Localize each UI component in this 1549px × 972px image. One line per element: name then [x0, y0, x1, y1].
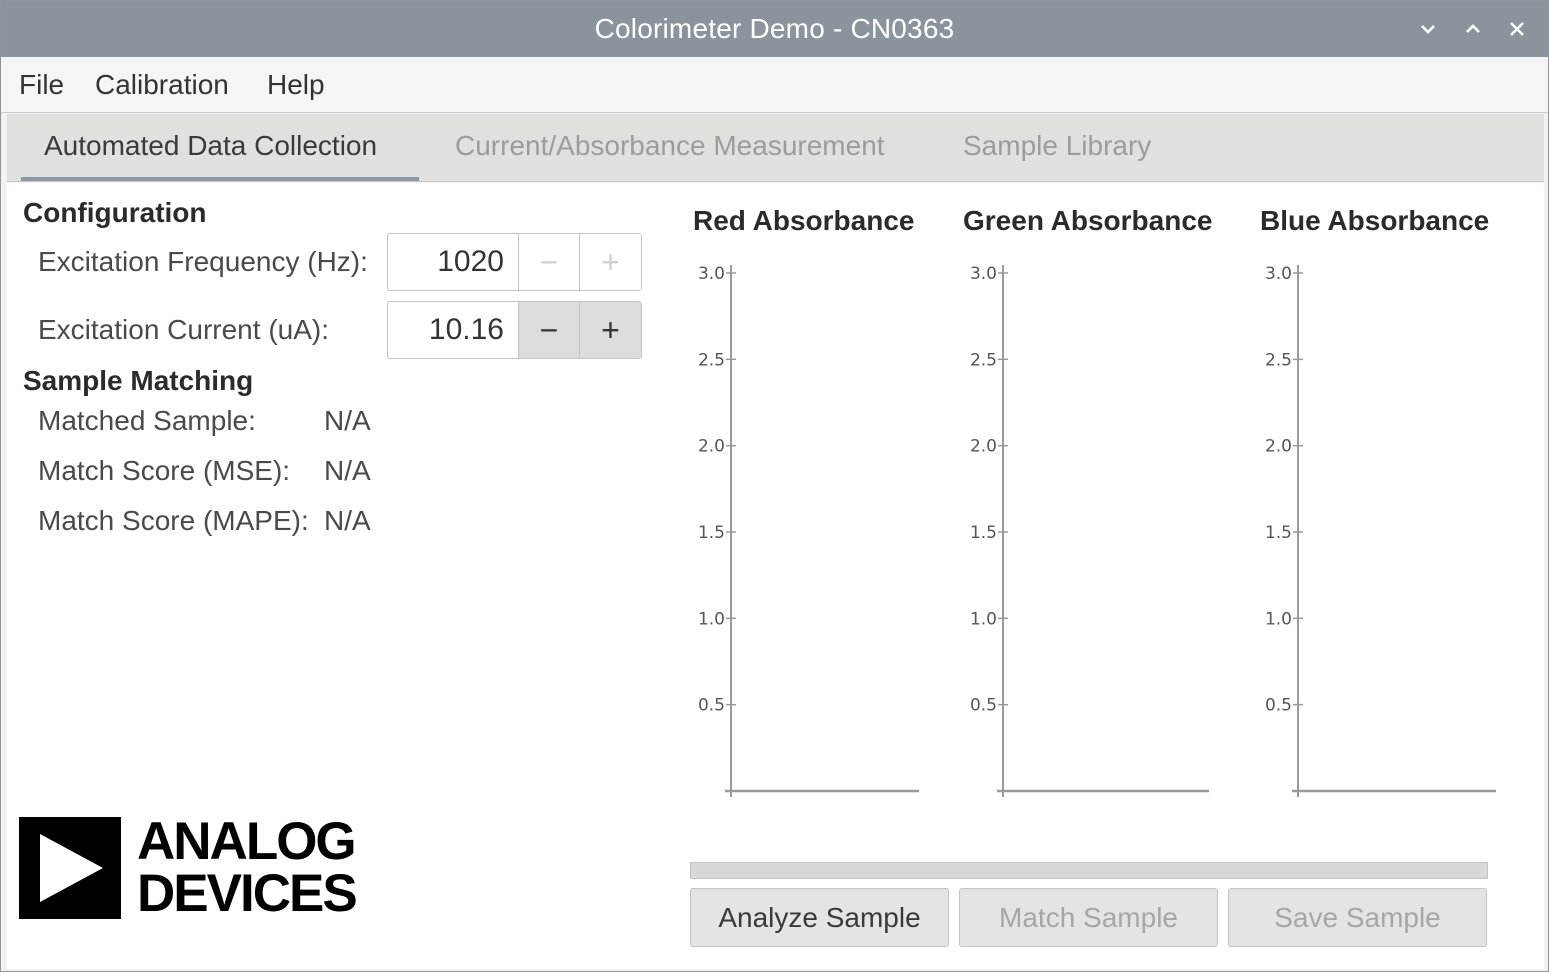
chevron-down-icon	[1421, 25, 1435, 34]
analog-devices-logo: ANALOG DEVICES	[19, 815, 389, 921]
excitation-frequency-label: Excitation Frequency (Hz):	[38, 246, 368, 277]
blue-absorbance-title: Blue Absorbance	[1260, 205, 1490, 236]
red-absorbance-title: Red Absorbance	[693, 205, 915, 236]
y-tick-label: 1.5	[698, 523, 725, 543]
frequency-increment-button[interactable]: +	[580, 234, 641, 290]
match-score-mape-value: N/A	[324, 505, 371, 536]
excitation-current-value[interactable]: 10.16	[388, 302, 519, 358]
y-tick-label: 1.0	[1265, 609, 1292, 629]
excitation-current-spinbox[interactable]: 10.16 − +	[387, 301, 642, 359]
close-icon	[1510, 22, 1524, 36]
y-tick-label: 0.5	[698, 696, 725, 716]
blue-absorbance-chart: 0.5 1.0 1.5 2.0 2.5 3.0	[1265, 264, 1496, 797]
matched-sample-label: Matched Sample:	[38, 405, 256, 436]
menu-bar: File Calibration Help	[1, 57, 1548, 113]
y-tick-label: 0.5	[1265, 696, 1292, 716]
logo-text-devices: DEVICES	[137, 864, 358, 923]
matched-sample-value: N/A	[324, 405, 371, 436]
tab-automated-data-collection[interactable]: Automated Data Collection	[44, 130, 377, 162]
y-tick-label: 3.0	[970, 264, 997, 284]
match-sample-button[interactable]: Match Sample	[959, 888, 1218, 947]
app-window: Colorimeter Demo - CN0363 File Calibrati…	[0, 0, 1549, 972]
frequency-decrement-button[interactable]: −	[519, 234, 580, 290]
logo-text-analog: ANALOG	[137, 812, 357, 871]
red-absorbance-chart: 0.5 1.0 1.5 2.0 2.5 3.0	[698, 264, 919, 797]
progress-bar	[690, 862, 1488, 879]
menu-file[interactable]: File	[19, 67, 64, 103]
configuration-heading: Configuration	[23, 197, 207, 228]
excitation-frequency-value[interactable]: 1020	[388, 234, 519, 290]
match-score-mape-label: Match Score (MAPE):	[38, 505, 309, 536]
y-tick-label: 3.0	[1265, 264, 1292, 284]
current-decrement-button[interactable]: −	[519, 302, 580, 358]
save-sample-button[interactable]: Save Sample	[1228, 888, 1487, 947]
y-tick-label: 2.5	[698, 350, 725, 370]
tab-current-absorbance-measurement[interactable]: Current/Absorbance Measurement	[455, 130, 885, 162]
y-tick-label: 3.0	[698, 264, 725, 284]
match-score-mse-label: Match Score (MSE):	[38, 455, 291, 486]
green-absorbance-title: Green Absorbance	[963, 205, 1213, 236]
match-score-mse-value: N/A	[324, 455, 371, 486]
tab-sample-library[interactable]: Sample Library	[963, 130, 1151, 162]
current-increment-button[interactable]: +	[580, 302, 641, 358]
minimize-button[interactable]	[1411, 11, 1445, 47]
maximize-button[interactable]	[1456, 11, 1490, 47]
close-button[interactable]	[1500, 11, 1534, 47]
y-tick-label: 1.5	[1265, 523, 1292, 543]
y-tick-label: 1.5	[970, 523, 997, 543]
y-tick-label: 0.5	[970, 696, 997, 716]
analyze-sample-button[interactable]: Analyze Sample	[690, 888, 949, 947]
green-absorbance-chart: 0.5 1.0 1.5 2.0 2.5 3.0	[970, 264, 1209, 797]
tab-content-panel: Configuration Excitation Frequency (Hz):…	[7, 183, 1544, 969]
y-tick-label: 2.0	[970, 437, 997, 457]
chevron-up-icon	[1466, 24, 1480, 33]
sample-matching-heading: Sample Matching	[23, 365, 254, 396]
menu-calibration[interactable]: Calibration	[95, 67, 229, 103]
tab-bar: Automated Data Collection Current/Absorb…	[7, 114, 1544, 182]
excitation-current-label: Excitation Current (uA):	[38, 314, 329, 345]
y-tick-label: 2.5	[1265, 350, 1292, 370]
y-tick-label: 2.0	[1265, 437, 1292, 457]
y-tick-label: 2.5	[970, 350, 997, 370]
play-triangle-icon	[40, 834, 103, 902]
y-tick-label: 1.0	[970, 609, 997, 629]
window-title: Colorimeter Demo - CN0363	[594, 13, 955, 44]
menu-help[interactable]: Help	[267, 67, 325, 103]
title-bar[interactable]: Colorimeter Demo - CN0363	[1, 1, 1548, 57]
active-tab-indicator	[21, 177, 419, 181]
y-tick-label: 1.0	[698, 609, 725, 629]
y-tick-label: 2.0	[698, 437, 725, 457]
excitation-frequency-spinbox[interactable]: 1020 − +	[387, 233, 642, 291]
logo-triangle-mark	[19, 817, 121, 919]
